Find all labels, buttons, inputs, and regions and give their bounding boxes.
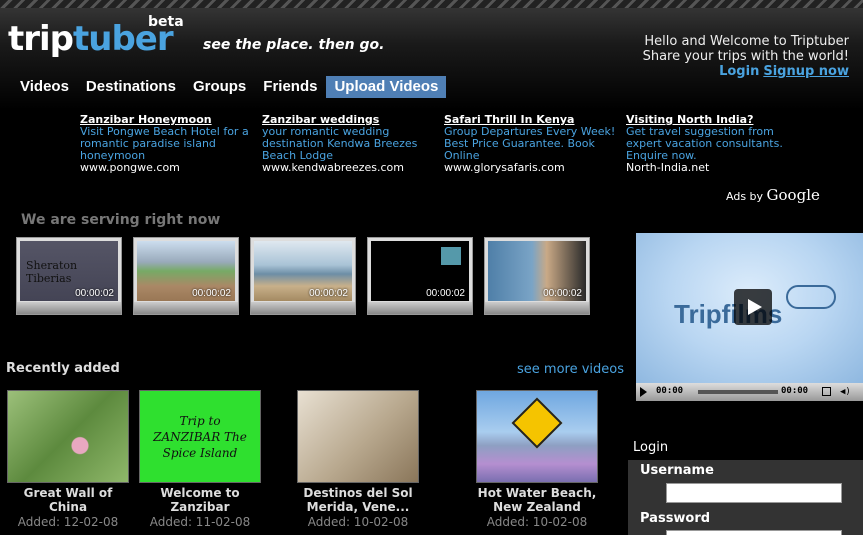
nav-destinations[interactable]: Destinations — [78, 76, 184, 98]
kiwi-sign-icon — [511, 397, 563, 449]
player-controls: 00:00 00:00 ◀) — [636, 383, 863, 401]
thumb-duration: 00:00:02 — [75, 288, 114, 299]
recent-card[interactable]: Trip to ZANZIBAR The Spice Island Welcom… — [135, 390, 265, 529]
volume-icon[interactable]: ◀) — [840, 387, 851, 397]
google-logo: Google — [766, 186, 820, 204]
thumb-base — [134, 302, 238, 314]
thumb-image: 00:00:02 — [488, 241, 586, 301]
password-label: Password — [640, 511, 711, 526]
welcome-box: Hello and Welcome to Triptuber Share you… — [643, 34, 849, 79]
ad-desc: Group Departures Every Week! Best Price … — [444, 125, 616, 162]
ads-block: Zanzibar Honeymoon Visit Pongwe Beach Ho… — [80, 114, 810, 176]
password-input[interactable] — [666, 530, 842, 535]
fullscreen-icon[interactable] — [822, 387, 831, 396]
thumb-base — [251, 302, 355, 314]
nav-friends[interactable]: Friends — [255, 76, 325, 98]
recent-title: Recently added — [6, 361, 120, 376]
recent-image-text: Trip to ZANZIBAR The Spice Island — [153, 414, 247, 460]
video-player[interactable]: Tripfilms 00:00 00:00 ◀) — [636, 233, 863, 401]
ad-item[interactable]: Safari Thrill In Kenya Group Departures … — [444, 114, 622, 174]
thumb-duration: 00:00:02 — [192, 288, 231, 299]
video-thumb[interactable]: Sheraton Tiberias 00:00:02 — [16, 237, 122, 315]
thumb-image: 00:00:02 — [254, 241, 352, 301]
recent-card[interactable]: Great Wall of China Added: 12-02-08 — [3, 390, 133, 529]
serving-thumbnails: Sheraton Tiberias 00:00:02 00:00:02 00:0… — [16, 237, 621, 319]
recent-image[interactable]: Trip to ZANZIBAR The Spice Island — [139, 390, 261, 483]
thumb-duration: 00:00:02 — [309, 288, 348, 299]
top-stripe — [0, 0, 863, 8]
thumb-logo — [441, 247, 461, 265]
thumb-base — [368, 302, 472, 314]
ad-item[interactable]: Zanzibar weddings your romantic wedding … — [262, 114, 440, 174]
recent-name[interactable]: Destinos del Sol Merida, Vene... — [293, 486, 423, 514]
nav-upload-videos[interactable]: Upload Videos — [326, 76, 447, 98]
cloud-icon — [786, 285, 836, 309]
nav-videos[interactable]: Videos — [12, 76, 77, 98]
logo-trip: trip — [8, 19, 74, 59]
recent-card[interactable]: Destinos del Sol Merida, Vene... Added: … — [293, 390, 423, 529]
video-thumb[interactable]: 00:00:02 — [367, 237, 473, 315]
login-box: Username Password — [628, 460, 863, 535]
recent-image[interactable] — [476, 390, 598, 483]
beta-badge: beta — [148, 14, 184, 30]
see-more-link[interactable]: see more videos — [517, 362, 624, 377]
player-screen[interactable]: Tripfilms — [636, 233, 863, 383]
recent-added: Added: 11-02-08 — [149, 515, 251, 529]
thumb-duration: 00:00:02 — [426, 288, 465, 299]
recent-list: Great Wall of China Added: 12-02-08 Trip… — [0, 390, 625, 535]
thumb-caption: Sheraton Tiberias — [26, 259, 78, 285]
play-icon[interactable] — [734, 289, 772, 325]
username-label: Username — [640, 463, 714, 478]
ad-desc: Visit Pongwe Beach Hotel for a romantic … — [80, 125, 249, 162]
ad-url: North-India.net — [626, 161, 710, 174]
username-input[interactable] — [666, 483, 842, 503]
thumb-image: Sheraton Tiberias 00:00:02 — [20, 241, 118, 301]
recent-image[interactable] — [297, 390, 419, 483]
recent-added: Added: 10-02-08 — [486, 515, 588, 529]
recent-image[interactable] — [7, 390, 129, 483]
welcome-line2: Share your trips with the world! — [642, 49, 849, 64]
video-thumb[interactable]: 00:00:02 — [250, 237, 356, 315]
login-title: Login — [633, 440, 669, 455]
thumb-image: 00:00:02 — [137, 241, 235, 301]
nav-groups[interactable]: Groups — [185, 76, 254, 98]
signup-link[interactable]: Signup now — [763, 64, 849, 79]
recent-card[interactable]: Hot Water Beach, New Zealand Added: 10-0… — [472, 390, 602, 529]
recent-name[interactable]: Hot Water Beach, New Zealand — [472, 486, 602, 514]
ad-desc: your romantic wedding destination Kendwa… — [262, 125, 418, 162]
recent-added: Added: 12-02-08 — [17, 515, 119, 529]
video-thumb[interactable]: 00:00:02 — [133, 237, 239, 315]
login-link[interactable]: Login — [719, 64, 759, 79]
ad-desc: Get travel suggestion from expert vacati… — [626, 125, 783, 162]
recent-name[interactable]: Welcome to Zanzibar — [135, 486, 265, 514]
ad-url: www.pongwe.com — [80, 161, 180, 174]
main-nav: Videos Destinations Groups Friends Uploa… — [12, 76, 447, 98]
auth-links: Login Signup now — [643, 64, 849, 79]
thumb-base — [17, 302, 121, 314]
recent-name[interactable]: Great Wall of China — [3, 486, 133, 514]
ad-item[interactable]: Zanzibar Honeymoon Visit Pongwe Beach Ho… — [80, 114, 258, 174]
ad-url: www.glorysafaris.com — [444, 161, 565, 174]
thumb-duration: 00:00:02 — [543, 288, 582, 299]
thumb-image: 00:00:02 — [371, 241, 469, 301]
serving-title: We are serving right now — [21, 212, 221, 228]
welcome-line1: Hello and Welcome to Triptuber — [644, 34, 849, 49]
thumb-base — [485, 302, 589, 314]
time-current: 00:00 — [656, 386, 684, 396]
seek-bar[interactable] — [698, 390, 778, 394]
ads-by-google[interactable]: Ads by Google — [726, 186, 820, 204]
ads-by-label: Ads by — [726, 190, 764, 203]
time-total: 00:00 — [781, 386, 809, 396]
ad-item[interactable]: Visiting North India? Get travel suggest… — [626, 114, 804, 174]
video-thumb[interactable]: 00:00:02 — [484, 237, 590, 315]
recent-added: Added: 10-02-08 — [307, 515, 409, 529]
play-button[interactable] — [640, 387, 647, 397]
ad-url: www.kendwabreezes.com — [262, 161, 404, 174]
tagline: see the place. then go. — [203, 37, 385, 53]
